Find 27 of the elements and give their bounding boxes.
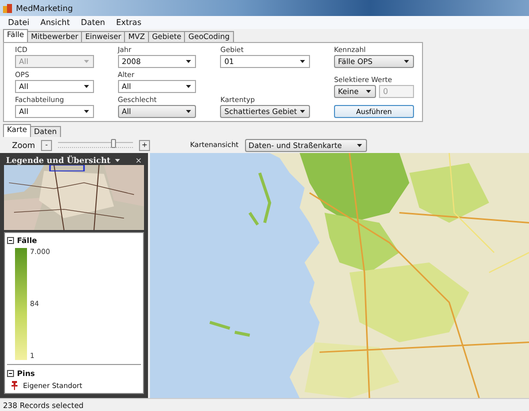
collapse-icon[interactable]: [7, 237, 14, 244]
collapse-icon[interactable]: [7, 370, 14, 377]
menu-item[interactable]: Extras: [116, 18, 142, 27]
caret-icon: [300, 60, 305, 63]
caret-icon: [356, 144, 362, 146]
close-button[interactable]: ×: [135, 156, 142, 164]
caret-icon: [84, 60, 89, 63]
caret-icon: [186, 60, 192, 63]
zoom-label: Zoom: [12, 140, 36, 150]
caret-icon: [84, 110, 89, 113]
caret-icon: [404, 60, 409, 63]
pushpin-icon: [11, 381, 18, 390]
caret-icon: [300, 110, 305, 113]
slider-thumb[interactable]: [111, 139, 116, 148]
overview-map-drawing[interactable]: [4, 165, 144, 230]
caret-icon[interactable]: [114, 158, 120, 162]
caret-icon: [186, 110, 192, 113]
caret-icon: [84, 85, 89, 88]
caret-icon: [186, 85, 192, 88]
menu-item[interactable]: Datei: [8, 18, 30, 27]
app-icon: [3, 4, 12, 12]
menu-item[interactable]: Daten: [80, 18, 106, 27]
window-title: MedMarketing: [16, 4, 73, 12]
panel-title: Legende und Übersicht: [6, 155, 110, 165]
menu-item[interactable]: Ansicht: [40, 18, 70, 27]
caret-icon: [366, 90, 371, 92]
zoom-slider[interactable]: [58, 142, 134, 148]
